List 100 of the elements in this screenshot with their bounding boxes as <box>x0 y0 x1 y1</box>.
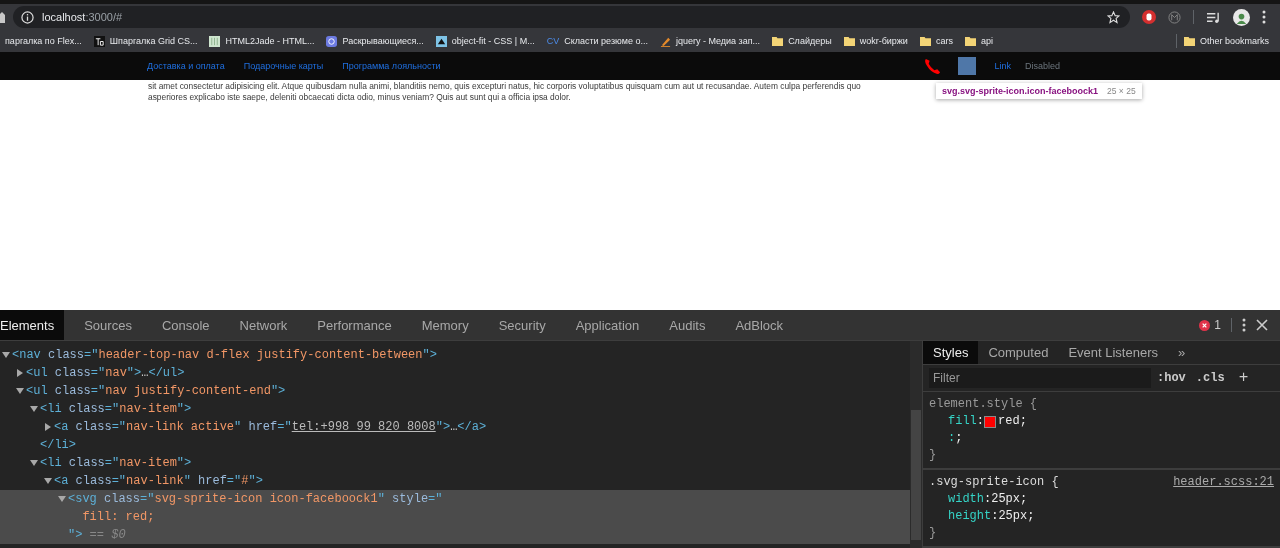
css-property[interactable]: fill: red; <box>929 413 1274 430</box>
stop-hand-icon[interactable] <box>1142 10 1156 24</box>
devtools-tab[interactable]: Audits <box>659 310 716 340</box>
star-icon[interactable] <box>1107 10 1120 24</box>
styles-tab[interactable]: Styles <box>923 341 979 364</box>
bookmark[interactable]: Раскрывающиеся... <box>321 33 429 49</box>
bookmark[interactable]: jquery - Медиа зап... <box>654 33 766 49</box>
pen-icon <box>659 35 671 47</box>
kebab-menu-icon[interactable] <box>1242 318 1246 332</box>
folder-icon <box>772 35 784 47</box>
error-count[interactable]: 1 <box>1214 318 1221 332</box>
nav-link[interactable]: Программа лояльности <box>342 61 441 71</box>
nav-link[interactable]: Link <box>994 61 1011 71</box>
bookmark[interactable]: api <box>959 33 998 49</box>
styles-tab[interactable]: Event Listeners <box>1058 341 1168 364</box>
dom-node-text: <svg class="svg-sprite-icon icon-faceboock1" style=" <box>68 491 443 508</box>
devtools-tab[interactable]: AdBlock <box>725 310 794 340</box>
devtools-tab[interactable]: Performance <box>307 310 402 340</box>
folder-icon <box>919 35 931 47</box>
dom-node-row[interactable]: <ul class="nav justify-content-end"> <box>14 382 910 400</box>
bookmark[interactable]: Шпаргалка Grid CS... <box>88 33 203 49</box>
devtools-tab[interactable]: Elements <box>0 310 65 340</box>
m-circle-icon[interactable] <box>1168 10 1181 24</box>
address-bar[interactable]: localhost:3000/# <box>13 6 1130 28</box>
url-text: localhost:3000/# <box>42 11 123 23</box>
bookmark[interactable]: HTML2Jade - HTML... <box>204 33 320 49</box>
collapsed-arrow-icon[interactable] <box>44 423 52 431</box>
css-property[interactable]: width:25px; <box>929 491 1274 508</box>
more-tabs-button[interactable]: » <box>1168 341 1196 364</box>
dom-node-row[interactable]: <li class="nav-item"> <box>28 400 910 418</box>
rule-brace: } <box>929 525 938 542</box>
info-icon[interactable] <box>21 10 34 24</box>
dom-node-row[interactable]: <a class="nav-link" href="#"> <box>42 472 910 490</box>
expanded-arrow-icon[interactable] <box>44 477 52 485</box>
nav-link[interactable]: Подарочные карты <box>243 61 324 71</box>
new-rule-button[interactable]: + <box>1234 369 1253 387</box>
bookmark[interactable]: object-fit - CSS | M... <box>430 33 540 49</box>
bookmark[interactable]: CV Скласти резюме о... <box>541 34 653 48</box>
bookmark[interactable]: паргалка по Flex... <box>0 33 87 49</box>
folder-icon <box>1183 35 1195 47</box>
dom-node-text: <ul class="nav justify-content-end"> <box>26 383 286 400</box>
css-property[interactable]: height:25px; <box>929 508 1274 525</box>
collapsed-arrow-icon[interactable] <box>16 369 24 377</box>
dom-node-row[interactable]: <svg class="svg-sprite-icon icon-faceboock1" style=" fill: red; "> == $0 <box>0 490 910 544</box>
rule-brace: } <box>929 447 938 464</box>
image-logo-icon <box>435 35 447 47</box>
scrollbar-thumb[interactable] <box>911 409 921 540</box>
phone-icon[interactable] <box>923 56 943 76</box>
devtools-tab[interactable]: Sources <box>74 310 142 340</box>
rule-selector: element.style { <box>929 396 1038 413</box>
dom-node-text: "> == $0 <box>68 527 127 544</box>
class-button[interactable]: .cls <box>1191 371 1229 385</box>
css-property[interactable]: :; <box>929 430 1274 447</box>
paragraph-text: asperiores explicabo iste saepe, deleniti obcaecati dicta odio, minus veniam? Quis aut sunt qui a officia ipsa dolor. <box>148 92 571 103</box>
avatar-icon[interactable] <box>1233 8 1250 26</box>
expanded-arrow-icon[interactable] <box>2 351 10 359</box>
devtools-tab[interactable]: Security <box>488 310 556 340</box>
tb-logo-icon <box>93 35 105 47</box>
devtools-tab[interactable]: Console <box>151 310 220 340</box>
devtools-tab[interactable]: Network <box>229 310 298 340</box>
folder-icon <box>964 35 976 47</box>
bookmark[interactable]: wokr-биржи <box>838 33 913 49</box>
rounded-logo-icon <box>326 35 338 47</box>
filter-field[interactable]: Filter <box>929 368 1151 388</box>
document-icon <box>209 35 221 47</box>
dom-node-row[interactable]: <li class="nav-item"> <box>28 454 910 472</box>
playlist-icon[interactable] <box>1206 10 1221 24</box>
error-icon[interactable] <box>1199 319 1211 331</box>
dom-node-row[interactable]: <ul class="nav">…</ul> <box>14 364 910 382</box>
expanded-arrow-icon[interactable] <box>30 459 38 467</box>
expanded-arrow-icon[interactable] <box>30 405 38 413</box>
rule-selector: .svg-sprite-icon { <box>929 474 1059 491</box>
dom-node-text: <ul class="nav">…</ul> <box>26 365 185 382</box>
bookmark[interactable]: cars <box>914 33 958 49</box>
dom-node-text: fill: red; <box>81 509 156 526</box>
folder-icon <box>843 35 855 47</box>
devtools-tab[interactable]: Application <box>565 310 650 340</box>
dom-node-row[interactable]: <nav class="header-top-nav d-flex justify-content-between"> <box>0 346 910 364</box>
square-icon[interactable] <box>958 57 977 75</box>
menu-icon[interactable] <box>1262 10 1266 24</box>
bookmark-folder[interactable]: Other bookmarks <box>1178 33 1274 49</box>
dom-node[interactable]: </li> <box>40 436 76 454</box>
bookmark[interactable]: Слайдеры <box>767 33 837 49</box>
expanded-arrow-icon[interactable] <box>16 387 24 395</box>
devtools-tab[interactable]: Memory <box>411 310 479 340</box>
close-icon[interactable] <box>1256 319 1268 331</box>
color-swatch[interactable] <box>984 415 996 428</box>
hover-state-button[interactable]: :hov <box>1153 371 1190 385</box>
source-link[interactable]: header.scss:21 <box>1173 474 1274 491</box>
dom-node-row[interactable]: <a class="nav-link active" href="tel:+998 99 820 8008">…</a> <box>42 418 910 436</box>
expanded-arrow-icon[interactable] <box>58 495 66 503</box>
dom-node-text: <nav class="header-top-nav d-flex justify-content-between"> <box>12 347 437 364</box>
selector-text: svg.svg-sprite-icon.icon-faceboock1 <box>942 86 1099 96</box>
size-text: 25 × 25 <box>1107 86 1136 96</box>
cv-logo-icon: CV <box>546 36 560 46</box>
dom-node-text: <li class="nav-item"> <box>40 401 192 418</box>
dom-node-text: <a class="nav-link" href="#"> <box>54 473 263 490</box>
styles-tab[interactable]: Computed <box>978 341 1059 364</box>
nav-link[interactable]: Доставка и оплата <box>147 61 225 71</box>
paragraph-text: sit amet consectetur adipisicing elit. Atque quibusdam nulla animi, blanditiis nemo, quis excepturi natus, hic corporis voluptatibus quisquam cum aut ut recusandae. Autem culpa perferendis quo <box>148 81 861 92</box>
